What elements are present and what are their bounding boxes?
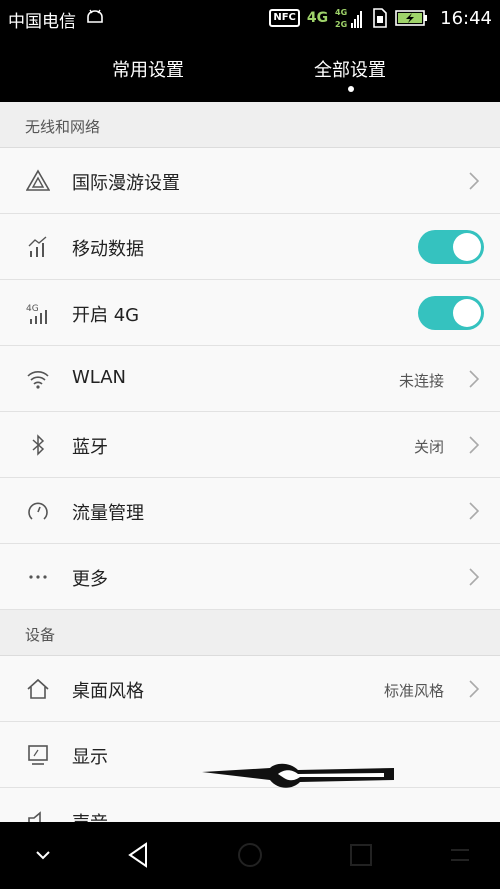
wlan-status: 未连接 xyxy=(398,372,444,390)
chevron-right-icon xyxy=(469,568,480,586)
settings-item-enable-4g[interactable]: 4G 开启 4G xyxy=(0,280,500,346)
settings-item-label: 更多 xyxy=(72,569,108,590)
settings-item-label: 显示 xyxy=(72,747,108,768)
settings-tabs: 常用设置 全部设置 xyxy=(0,36,500,102)
section-header-wireless: 无线和网络 xyxy=(0,102,500,148)
chevron-right-icon xyxy=(469,436,480,454)
wifi-icon xyxy=(27,371,49,389)
back-icon[interactable] xyxy=(124,840,154,870)
signal-4g-icon: 4G xyxy=(26,304,47,324)
svg-text:4G: 4G xyxy=(335,8,347,17)
settings-item-label: 蓝牙 xyxy=(72,437,108,458)
tab-all-settings[interactable]: 全部设置 xyxy=(270,56,430,82)
settings-item-label: 流量管理 xyxy=(72,503,144,524)
settings-item-label: 桌面风格 xyxy=(72,681,144,702)
settings-item-roaming[interactable]: 国际漫游设置 xyxy=(0,148,500,214)
chevron-right-icon xyxy=(469,502,480,520)
settings-item-bluetooth[interactable]: 蓝牙 关闭 xyxy=(0,412,500,478)
chevron-right-icon xyxy=(469,680,480,698)
annotation-arrow xyxy=(202,763,394,788)
settings-item-label: 开启 4G xyxy=(72,305,140,326)
notification-menu-icon[interactable] xyxy=(445,840,475,870)
settings-item-traffic[interactable]: 流量管理 xyxy=(0,478,500,544)
settings-item-label: 移动数据 xyxy=(72,239,144,260)
roaming-triangle-icon xyxy=(26,169,50,191)
settings-item-desktop-style[interactable]: 桌面风格 标准风格 xyxy=(0,656,500,722)
toggle-knob xyxy=(453,233,481,261)
battery-charging-icon xyxy=(395,10,428,26)
mobile-data-icon xyxy=(28,236,47,257)
home-icon xyxy=(27,678,49,699)
chevron-right-icon xyxy=(469,172,480,190)
desktop-style-value: 标准风格 xyxy=(383,682,444,700)
more-dots-icon xyxy=(29,575,47,579)
android-debug-icon xyxy=(87,9,103,23)
display-icon xyxy=(28,745,48,765)
section-header-device: 设备 xyxy=(0,610,500,656)
mobile-data-toggle[interactable] xyxy=(418,230,484,264)
traffic-gauge-icon xyxy=(28,502,48,520)
chevron-right-icon xyxy=(469,370,480,388)
recent-apps-icon[interactable] xyxy=(346,840,376,870)
settings-item-wlan[interactable]: WLAN 未连接 xyxy=(0,346,500,412)
svg-text:2G: 2G xyxy=(335,20,347,29)
icon-4g-text: 4G xyxy=(26,304,39,314)
chevron-down-icon[interactable] xyxy=(28,840,58,870)
status-bar: 中国电信 NFC 4G 4G 2G 16:44 xyxy=(0,0,500,36)
home-nav-icon[interactable] xyxy=(235,840,265,870)
navigation-bar xyxy=(0,822,500,889)
settings-item-label: 国际漫游设置 xyxy=(72,173,180,194)
tab-common-settings[interactable]: 常用设置 xyxy=(68,56,228,82)
status-icons: NFC 4G 4G 2G 16:44 xyxy=(269,5,492,31)
dual-signal-icon: 4G 2G xyxy=(335,8,363,29)
settings-item-label: WLAN xyxy=(72,367,127,388)
network-type: 4G xyxy=(306,10,329,26)
active-tab-indicator xyxy=(348,86,354,92)
bluetooth-status: 关闭 xyxy=(413,438,444,456)
enable-4g-toggle[interactable] xyxy=(418,296,484,330)
nfc-badge: NFC xyxy=(269,9,300,27)
settings-item-more[interactable]: 更多 xyxy=(0,544,500,610)
settings-item-mobile-data[interactable]: 移动数据 xyxy=(0,214,500,280)
bluetooth-icon xyxy=(32,434,45,456)
clock: 16:44 xyxy=(440,7,492,29)
carrier-name: 中国电信 xyxy=(8,12,76,32)
sim-icon xyxy=(373,8,387,28)
toggle-knob xyxy=(453,299,481,327)
